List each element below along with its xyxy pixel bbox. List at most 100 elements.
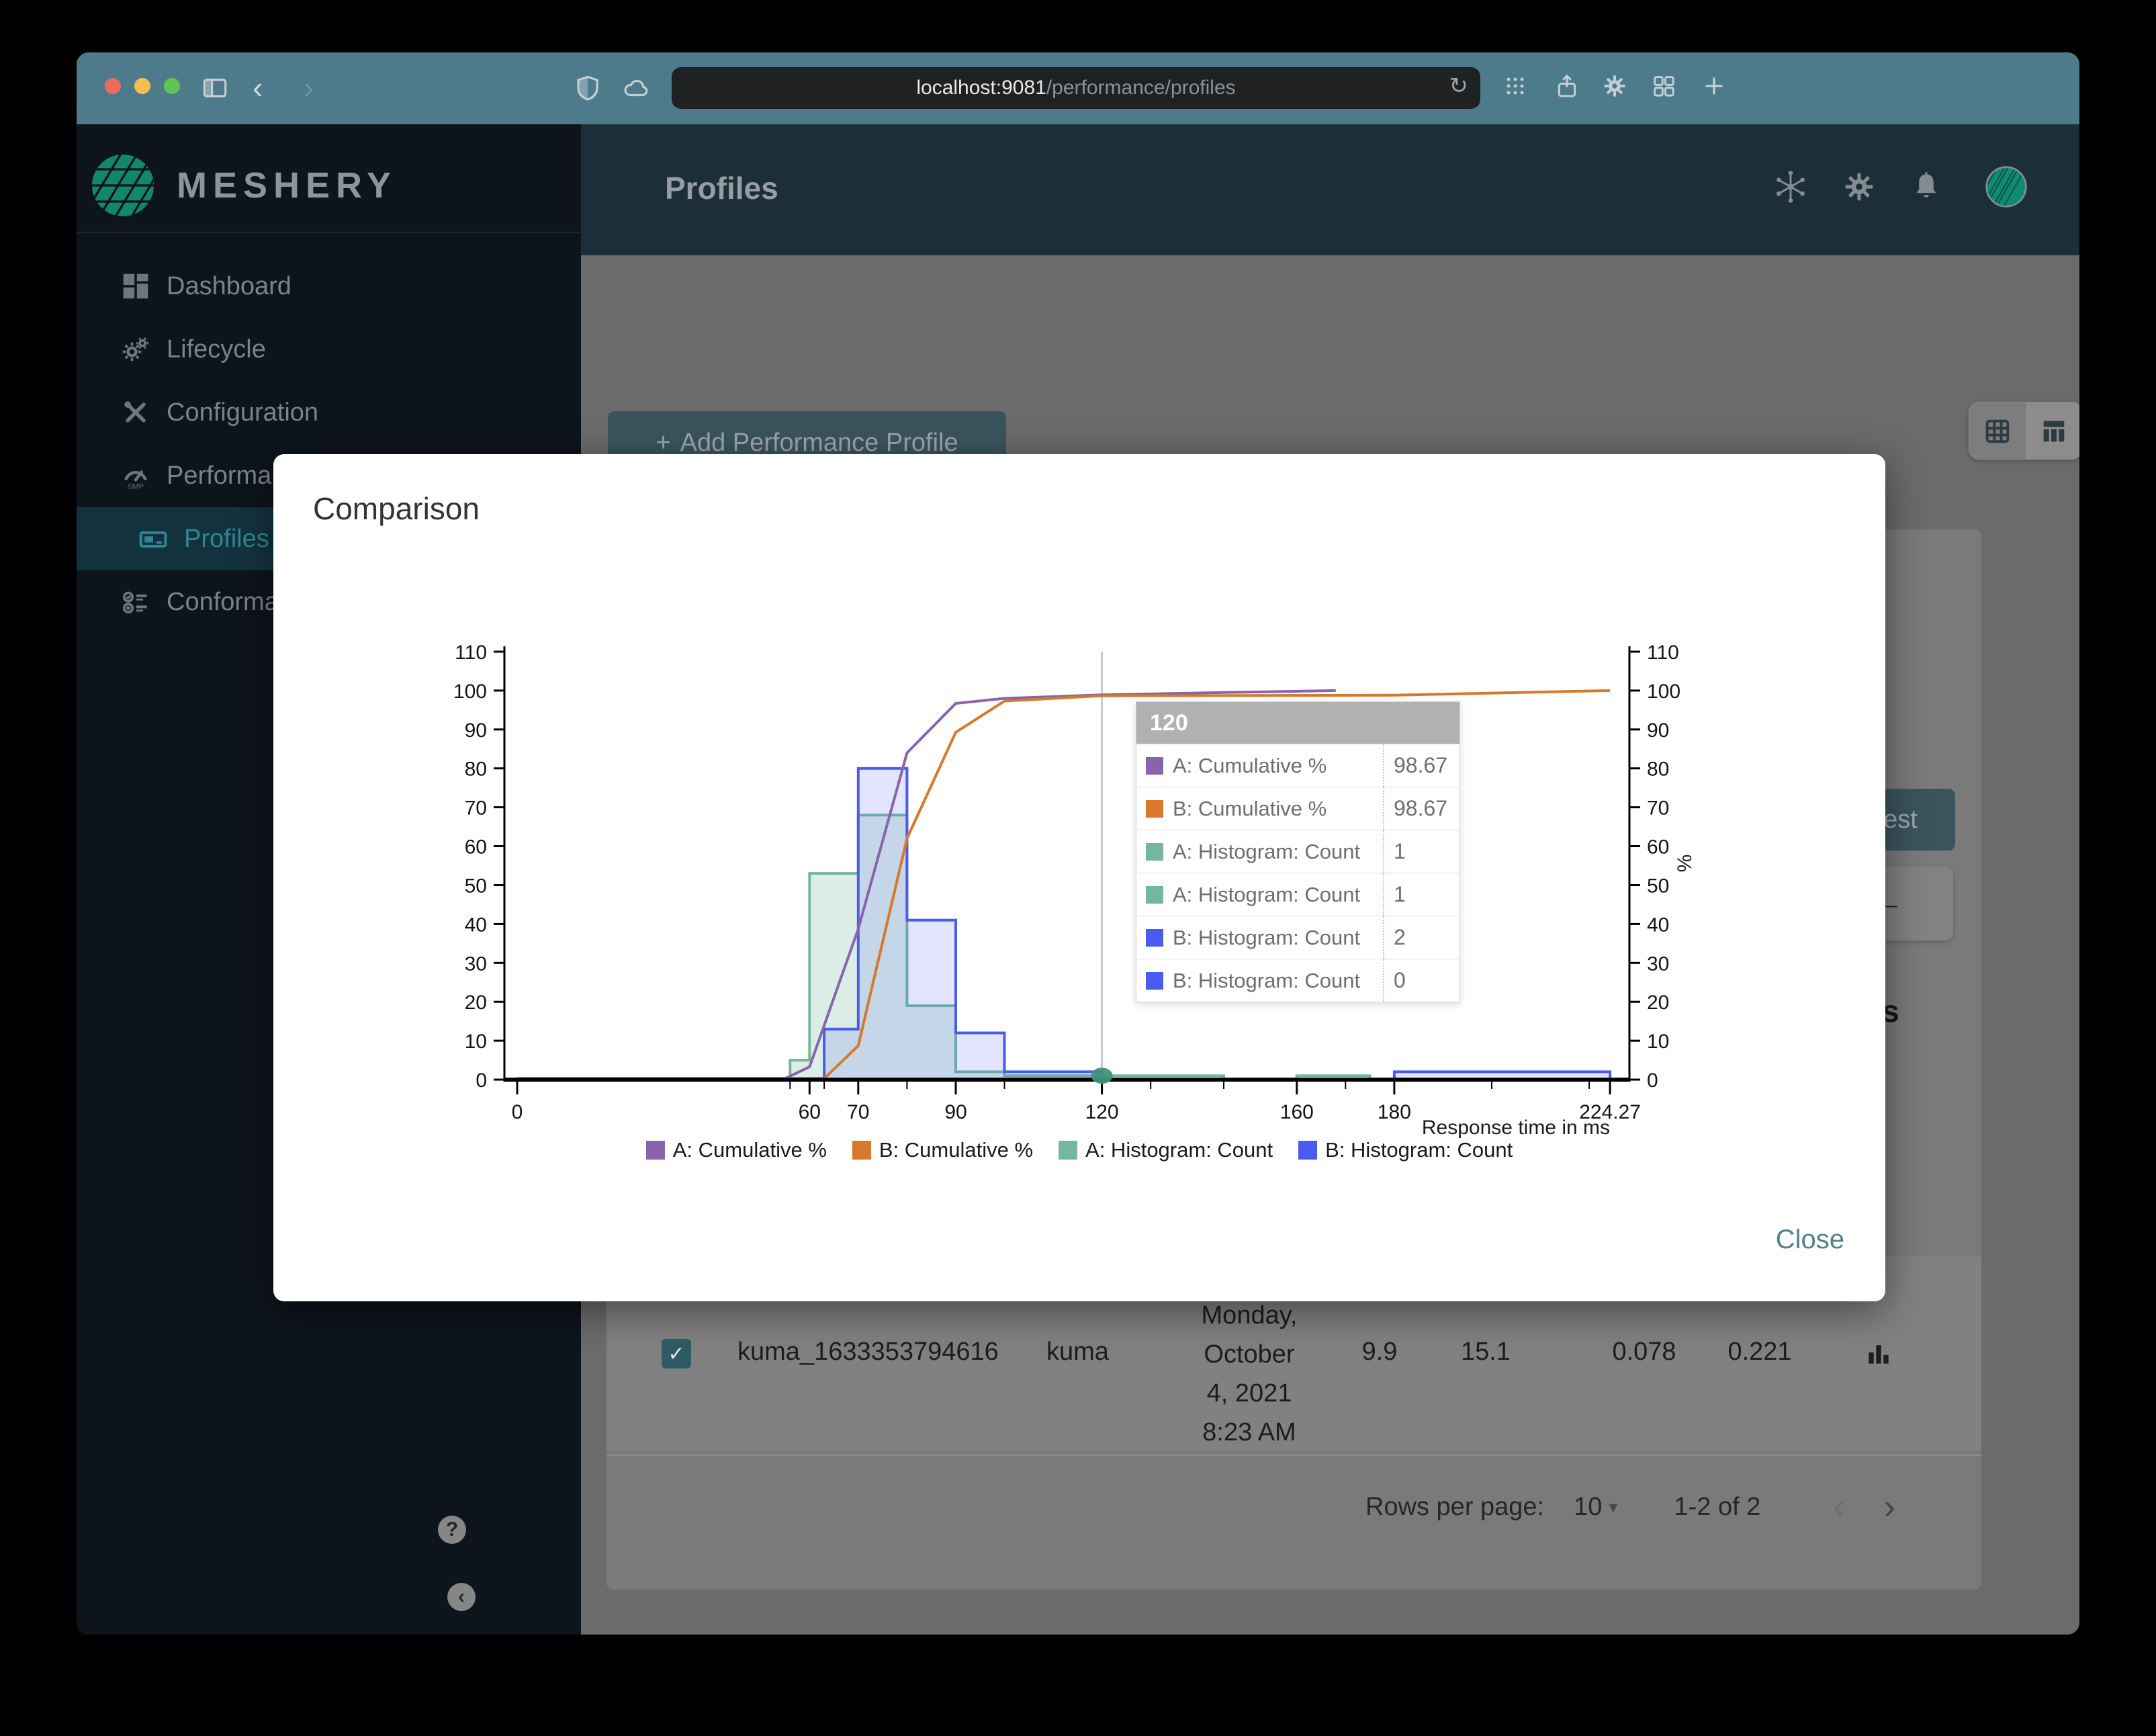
share-icon[interactable] — [1554, 73, 1580, 99]
svg-text:40: 40 — [465, 914, 487, 936]
view-chart-icon[interactable] — [1864, 1339, 1893, 1369]
sidebar-item-label: Dashboard — [167, 271, 291, 300]
conformance-icon — [122, 591, 147, 614]
lifecycle-icon — [122, 337, 149, 361]
svg-text:90: 90 — [944, 1101, 967, 1123]
divider — [77, 232, 581, 233]
svg-text:60: 60 — [1647, 836, 1669, 859]
settings-gear-icon[interactable] — [1601, 73, 1628, 99]
tab-groups-icon[interactable] — [1650, 73, 1677, 99]
legend-swatch — [645, 1141, 665, 1160]
close-window-button[interactable] — [105, 78, 121, 94]
tooltip-header: 120 — [1136, 702, 1459, 744]
tab-overview-icon[interactable] — [1502, 73, 1529, 99]
chart-legend: A: Cumulative % B: Cumulative % A: Histogr… — [273, 1138, 1885, 1162]
svg-text:10: 10 — [465, 1031, 487, 1053]
tooltip-series-label: B: Histogram: Count — [1173, 968, 1361, 992]
legend-item[interactable]: A: Cumulative % — [645, 1138, 827, 1162]
icloud-icon[interactable] — [622, 74, 650, 102]
brand[interactable]: MESHERY — [91, 153, 397, 218]
view-toggle — [1969, 402, 2079, 460]
sidebar-item-lifecycle[interactable]: Lifecycle — [77, 318, 581, 381]
dashboard-icon — [123, 273, 148, 299]
collapse-sidebar-button[interactable]: ‹ — [447, 1583, 476, 1611]
pagination: Rows per page: 10 ▾ 1-2 of 2 ‹ › — [1365, 1479, 1895, 1535]
add-performance-profile-label: Add Performance Profile — [680, 428, 958, 457]
row-checkbox[interactable]: ✓ — [662, 1339, 691, 1369]
new-tab-icon[interactable] — [1701, 73, 1727, 99]
minimize-window-button[interactable] — [134, 78, 150, 94]
svg-text:50: 50 — [465, 875, 487, 898]
back-button[interactable]: ‹ — [253, 67, 263, 107]
svg-text:80: 80 — [465, 758, 487, 781]
previous-page-button[interactable]: ‹ — [1833, 1489, 1844, 1524]
legend-label: A: Cumulative % — [672, 1138, 827, 1162]
svg-text:70: 70 — [1647, 797, 1669, 820]
legend-label: B: Cumulative % — [879, 1138, 1034, 1162]
refresh-icon[interactable]: ↻ — [1449, 73, 1469, 99]
sidebar-toggle-icon[interactable] — [201, 74, 229, 102]
tooltip-value: 2 — [1383, 916, 1459, 959]
legend-item[interactable]: B: Histogram: Count — [1298, 1138, 1513, 1162]
p50-cell: 0.078 — [1612, 1338, 1676, 1366]
caret-down-icon[interactable]: ▾ — [1609, 1497, 1617, 1518]
brand-text: MESHERY — [177, 165, 398, 206]
legend-item[interactable]: B: Cumulative % — [852, 1138, 1033, 1162]
series-swatch — [1146, 928, 1163, 947]
plus-icon: + — [656, 428, 671, 457]
tooltip-value: 98.67 — [1383, 787, 1459, 830]
forward-button[interactable]: › — [304, 67, 314, 107]
gear-icon[interactable] — [1842, 169, 1877, 204]
tooltip-row: A: Cumulative % 98.67 — [1136, 744, 1459, 787]
x-axis-label: Response time in ms — [1421, 1117, 1610, 1139]
p99-cell: 0.221 — [1727, 1338, 1792, 1366]
sidebar-item-configuration[interactable]: Configuration — [77, 381, 581, 444]
tooltip-row: A: Histogram: Count 1 — [1136, 830, 1459, 873]
notifications-bell-icon[interactable] — [1909, 169, 1944, 204]
svg-text:80: 80 — [1647, 758, 1669, 781]
series-swatch — [1146, 885, 1163, 904]
svg-text:0: 0 — [1647, 1070, 1658, 1092]
url-bar[interactable]: localhost:9081/performance/profiles ↻ — [672, 67, 1480, 109]
tooltip-row: A: Histogram: Count 1 — [1136, 873, 1459, 916]
tooltip-series-label: B: Histogram: Count — [1173, 925, 1361, 949]
table-view-icon — [2043, 421, 2065, 442]
series-swatch — [1146, 756, 1163, 775]
comparison-chart[interactable]: 0 010 1020 2030 3040 4050 5060 6070 7080 8090 9010… — [273, 454, 1885, 1301]
browser-chrome: ‹ › localhost:9081/performance/profiles … — [77, 52, 2079, 124]
zoom-window-button[interactable] — [164, 78, 180, 94]
svg-text:110: 110 — [455, 642, 487, 664]
legend-swatch — [1298, 1141, 1318, 1160]
date-line: October — [1204, 1340, 1295, 1369]
legend-label: A: Histogram: Count — [1085, 1138, 1273, 1162]
date-line: Monday, — [1201, 1301, 1298, 1330]
mesh-name-cell: kuma — [1046, 1338, 1109, 1366]
close-button[interactable]: Close — [1772, 1224, 1848, 1256]
table-view-button[interactable] — [2026, 402, 2079, 459]
tooltip-value: 0 — [1383, 959, 1459, 1002]
pagination-range: 1-2 of 2 — [1674, 1492, 1761, 1521]
svg-text:160: 160 — [1280, 1101, 1314, 1123]
tooltip-value: 1 — [1383, 873, 1459, 916]
svg-text:SMP: SMP — [128, 482, 144, 490]
profile-name-cell: kuma_1633353794616 — [737, 1338, 999, 1366]
chart-tooltip: 120 A: Cumulative % 98.67 B: Cumulative % 9… — [1136, 701, 1460, 1002]
date-line: 4, 2021 — [1206, 1379, 1292, 1407]
svg-text:0: 0 — [512, 1101, 523, 1123]
help-button[interactable]: ? — [438, 1516, 466, 1544]
legend-item[interactable]: A: Histogram: Count — [1059, 1138, 1273, 1162]
svg-text:50: 50 — [1647, 875, 1669, 898]
privacy-shield-icon[interactable] — [574, 74, 602, 102]
url-path: /performance/profiles — [1046, 77, 1236, 99]
next-page-button[interactable]: › — [1884, 1489, 1895, 1524]
svg-text:60: 60 — [799, 1101, 821, 1123]
grid-view-button[interactable] — [1969, 402, 2026, 459]
rows-per-page-select[interactable]: 10 — [1574, 1493, 1602, 1522]
svg-text:100: 100 — [1647, 681, 1680, 703]
sidebar-item-dashboard[interactable]: Dashboard — [77, 255, 581, 318]
tooltip-series-label: A: Histogram: Count — [1173, 839, 1361, 863]
performance-icon: SMP — [124, 470, 147, 490]
mesh-sync-icon[interactable] — [1773, 169, 1808, 204]
avatar[interactable] — [1985, 165, 2028, 208]
svg-text:20: 20 — [465, 992, 487, 1014]
